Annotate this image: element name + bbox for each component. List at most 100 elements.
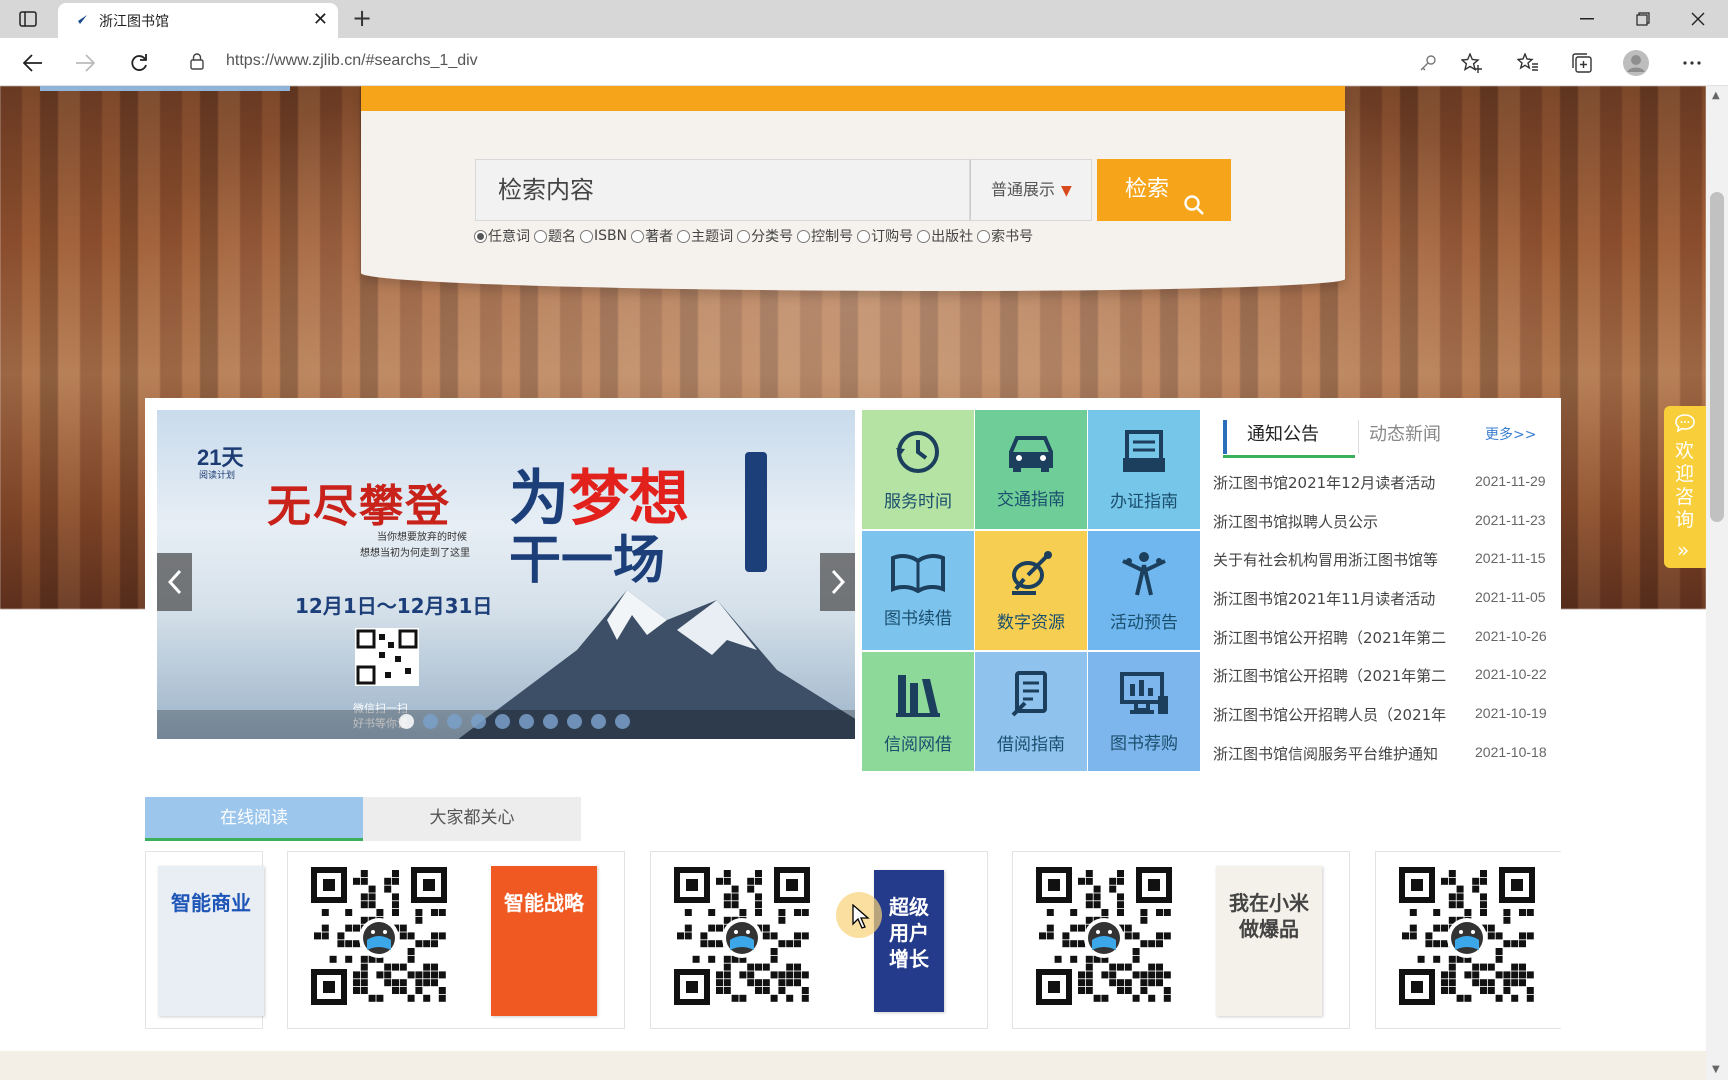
ebook-card[interactable]: 智能战略 xyxy=(287,851,625,1029)
books-icon xyxy=(894,669,942,730)
news-item[interactable]: 浙江图书馆公开招聘（2021年第二 2021-10-22 xyxy=(1213,665,1561,704)
radio-button[interactable] xyxy=(474,229,487,243)
search-field-option[interactable]: 控制号 xyxy=(797,226,853,246)
service-tile[interactable]: 信阅网借 xyxy=(862,652,974,771)
tab-actions-icon[interactable] xyxy=(12,6,44,32)
carousel-dot[interactable] xyxy=(615,714,630,729)
news-item[interactable]: 浙江图书馆2021年11月读者活动 2021-11-05 xyxy=(1213,588,1561,627)
banner-carousel[interactable]: 21天 阅读计划 无尽攀登 当你想要放弃的时候 想想当初为何走到了这里 为梦想 … xyxy=(157,410,855,739)
address-bar[interactable]: https://www.zjlib.cn/#searchs_1_div xyxy=(176,43,1400,81)
book-cover[interactable]: 我在小米做爆品 xyxy=(1216,866,1322,1016)
carousel-dot[interactable] xyxy=(471,714,486,729)
scroll-thumb[interactable] xyxy=(1710,192,1724,522)
radio-button[interactable] xyxy=(797,229,811,243)
news-item-title[interactable]: 关于有社会机构冒用浙江图书馆等 xyxy=(1213,549,1451,570)
restore-icon[interactable] xyxy=(1620,6,1666,32)
service-tile[interactable]: 活动预告 xyxy=(1088,531,1200,650)
search-field-option[interactable]: 任意词 xyxy=(474,226,530,246)
tab-news[interactable]: 动态新闻 xyxy=(1358,420,1441,454)
scroll-up-icon[interactable]: ▲ xyxy=(1712,90,1720,101)
carousel-dot[interactable] xyxy=(591,714,606,729)
search-input[interactable]: 检索内容 xyxy=(475,159,970,221)
radio-button[interactable] xyxy=(917,229,931,243)
book-cover[interactable]: 智能战略 xyxy=(491,866,597,1016)
back-icon[interactable] xyxy=(18,48,48,78)
search-field-option[interactable]: 索书号 xyxy=(977,226,1033,246)
carousel-dot[interactable] xyxy=(399,714,414,729)
radio-button[interactable] xyxy=(580,229,593,243)
service-tile[interactable]: 数字资源 xyxy=(975,531,1087,650)
favorites-icon[interactable] xyxy=(1513,48,1543,78)
news-item-title[interactable]: 浙江图书馆公开招聘人员（2021年 xyxy=(1213,704,1451,725)
tab-notices[interactable]: 通知公告 xyxy=(1223,420,1355,458)
search-field-option[interactable]: 出版社 xyxy=(917,226,973,246)
news-item[interactable]: 关于有社会机构冒用浙江图书馆等 2021-11-15 xyxy=(1213,549,1561,588)
radio-button[interactable] xyxy=(737,229,751,243)
radio-button[interactable] xyxy=(677,229,691,243)
service-tile[interactable]: 图书续借 xyxy=(862,531,974,650)
news-item[interactable]: 浙江图书馆公开招聘人员（2021年 2021-10-19 xyxy=(1213,704,1561,743)
service-tile[interactable]: 办证指南 xyxy=(1088,410,1200,529)
new-tab-button[interactable]: + xyxy=(352,5,372,31)
news-item-title[interactable]: 浙江图书馆2021年11月读者活动 xyxy=(1213,588,1451,609)
forward-icon[interactable] xyxy=(70,48,100,78)
scroll-down-icon[interactable]: ▼ xyxy=(1712,1064,1720,1075)
search-field-option[interactable]: 主题词 xyxy=(677,226,733,246)
carousel-dot[interactable] xyxy=(543,714,558,729)
minimize-icon[interactable] xyxy=(1564,6,1610,32)
tab-popular[interactable]: 大家都关心 xyxy=(363,797,581,841)
news-item[interactable]: 浙江图书馆信阅服务平台维护通知 2021-10-18 xyxy=(1213,743,1561,782)
carousel-next-button[interactable] xyxy=(820,553,855,611)
carousel-prev-button[interactable] xyxy=(157,553,192,611)
add-favorite-icon[interactable] xyxy=(1457,48,1487,78)
browser-tab[interactable]: 浙江图书馆 ✕ xyxy=(58,3,338,38)
carousel-dot[interactable] xyxy=(423,714,438,729)
ebook-card[interactable]: 智能商业 xyxy=(145,851,264,1029)
news-item[interactable]: 浙江图书馆拟聘人员公示 2021-11-23 xyxy=(1213,511,1561,550)
news-item[interactable]: 浙江图书馆公开招聘（2021年第二 2021-10-26 xyxy=(1213,627,1561,666)
radio-button[interactable] xyxy=(977,229,991,243)
news-item-title[interactable]: 浙江图书馆2021年12月读者活动 xyxy=(1213,472,1451,493)
service-tile[interactable]: 图书荐购 xyxy=(1088,652,1200,771)
news-item-title[interactable]: 浙江图书馆公开招聘（2021年第二 xyxy=(1213,627,1451,648)
more-menu-icon[interactable] xyxy=(1677,48,1707,78)
key-icon[interactable] xyxy=(1413,48,1443,78)
search-field-option[interactable]: 订购号 xyxy=(857,226,913,246)
url-text[interactable]: https://www.zjlib.cn/#searchs_1_div xyxy=(226,52,478,70)
carousel-dot[interactable] xyxy=(495,714,510,729)
carousel-dot[interactable] xyxy=(567,714,582,729)
lock-icon[interactable] xyxy=(190,53,204,74)
service-tile[interactable]: 交通指南 xyxy=(975,410,1087,529)
refresh-icon[interactable] xyxy=(124,48,154,78)
book-cover[interactable]: 超级用户增长 xyxy=(874,870,944,1012)
carousel-dot[interactable] xyxy=(447,714,462,729)
news-item-title[interactable]: 浙江图书馆信阅服务平台维护通知 xyxy=(1213,743,1451,764)
tab-online-reading[interactable]: 在线阅读 xyxy=(145,797,363,841)
page-scrollbar[interactable]: ▲ ▼ xyxy=(1706,86,1728,1080)
ebook-card[interactable] xyxy=(1375,851,1561,1029)
display-mode-select[interactable]: 普通展示 ▼ xyxy=(970,159,1092,221)
service-tile[interactable]: 借阅指南 xyxy=(975,652,1087,771)
news-item-title[interactable]: 浙江图书馆拟聘人员公示 xyxy=(1213,511,1451,532)
profile-avatar[interactable] xyxy=(1621,48,1651,78)
radio-button[interactable] xyxy=(534,229,547,243)
search-field-option[interactable]: 分类号 xyxy=(737,226,793,246)
search-field-option[interactable]: 题名 xyxy=(534,226,576,246)
window-close-icon[interactable] xyxy=(1675,6,1721,32)
news-item[interactable]: 浙江图书馆2021年12月读者活动 2021-11-29 xyxy=(1213,472,1561,511)
radio-button[interactable] xyxy=(857,229,871,243)
tab-close-icon[interactable]: ✕ xyxy=(313,10,328,30)
service-tile[interactable]: 服务时间 xyxy=(862,410,974,529)
search-field-option[interactable]: 著者 xyxy=(631,226,673,246)
ebook-card[interactable]: 我在小米做爆品 xyxy=(1012,851,1350,1029)
consult-button[interactable]: 欢迎咨询 » xyxy=(1664,406,1706,568)
search-button[interactable]: 检索 xyxy=(1097,159,1231,221)
news-item-title[interactable]: 浙江图书馆公开招聘（2021年第二 xyxy=(1213,665,1451,686)
carousel-dot[interactable] xyxy=(519,714,534,729)
ebook-card[interactable]: 超级用户增长 xyxy=(650,851,988,1029)
more-link[interactable]: 更多>> xyxy=(1485,424,1536,444)
collections-icon[interactable] xyxy=(1567,48,1597,78)
radio-button[interactable] xyxy=(631,229,645,243)
book-cover[interactable]: 智能商业 xyxy=(158,866,264,1016)
search-field-option[interactable]: ISBN xyxy=(580,226,627,246)
